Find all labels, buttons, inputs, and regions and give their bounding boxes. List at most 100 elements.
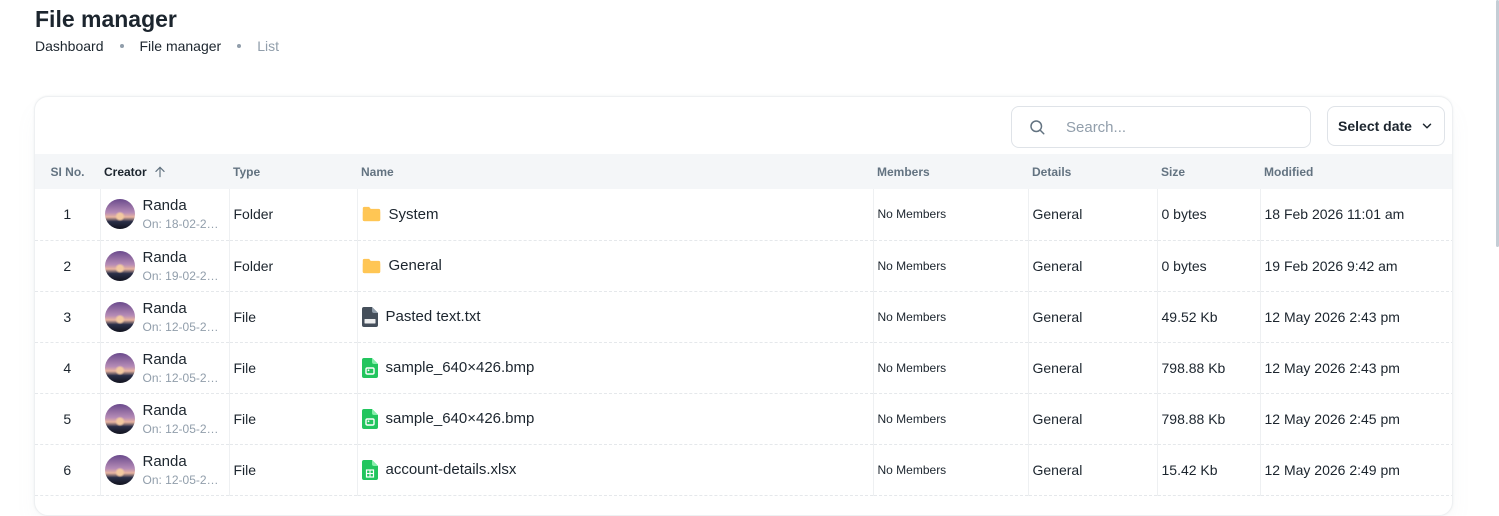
- size-cell: 0 bytes: [1157, 240, 1261, 291]
- creator-cell: Randa On: 12-05-20...: [100, 393, 230, 444]
- avatar: [104, 250, 135, 281]
- select-date-button[interactable]: Select date: [1327, 106, 1445, 146]
- creator-cell: Randa On: 18-02-20...: [100, 189, 230, 240]
- name-cell[interactable]: System: [357, 189, 874, 240]
- created-date: On: 12-05-20...: [142, 319, 223, 334]
- details-cell: General: [1028, 393, 1158, 444]
- breadcrumb-separator: [119, 44, 124, 48]
- modified-cell: 12 May 2026 2:43 pm: [1264, 359, 1400, 376]
- name-cell[interactable]: account-details.xlsx: [357, 444, 874, 495]
- avatar: [104, 454, 135, 485]
- creator-name: Randa: [142, 248, 187, 266]
- name-cell[interactable]: sample_640×426.bmp: [357, 393, 874, 444]
- name-cell[interactable]: Pasted text.txt: [357, 291, 874, 342]
- avatar: [104, 301, 135, 332]
- size-cell: 15.42 Kb: [1157, 444, 1261, 495]
- type-cell: File: [229, 393, 358, 444]
- select-date-label: Select date: [1338, 118, 1412, 134]
- details-cell: General: [1028, 189, 1158, 240]
- search-input[interactable]: [1066, 118, 1286, 136]
- file-list-card: Select date SI No. Creator Type: [34, 96, 1453, 516]
- si-number: 5: [35, 393, 101, 444]
- members-cell: No Members: [873, 189, 1029, 240]
- created-date: On: 12-05-20...: [142, 472, 223, 487]
- members-cell: No Members: [873, 393, 1029, 444]
- members-cell: No Members: [873, 240, 1029, 291]
- column-header-modified[interactable]: Modified: [1260, 154, 1452, 189]
- creator-name: Randa: [142, 452, 187, 470]
- column-header-details[interactable]: Details: [1028, 154, 1157, 189]
- column-header-members[interactable]: Members: [873, 154, 1028, 189]
- table-row[interactable]: 1 Randa On: 18-02-20... Folder System No…: [35, 189, 1452, 240]
- breadcrumb-dashboard[interactable]: Dashboard: [35, 38, 104, 54]
- details-cell: General: [1028, 291, 1158, 342]
- modified-cell: 12 May 2026 2:43 pm: [1264, 308, 1400, 325]
- created-date: On: 12-05-20...: [142, 370, 223, 385]
- column-header-name[interactable]: Name: [357, 154, 873, 189]
- details-cell: General: [1028, 240, 1158, 291]
- file-name[interactable]: Pasted text.txt: [386, 308, 481, 325]
- creator-cell: Randa On: 12-05-20...: [100, 291, 230, 342]
- si-number: 3: [35, 291, 101, 342]
- name-cell[interactable]: General: [357, 240, 874, 291]
- modified-cell: 19 Feb 2026 9:42 am: [1264, 257, 1398, 274]
- members-cell: No Members: [873, 291, 1029, 342]
- file-name[interactable]: sample_640×426.bmp: [386, 359, 535, 376]
- image-file-icon: [361, 357, 378, 378]
- file-name[interactable]: account-details.xlsx: [386, 461, 517, 478]
- type-cell: Folder: [229, 189, 358, 240]
- members-cell: No Members: [873, 342, 1029, 393]
- table-row[interactable]: 2 Randa On: 19-02-20... Folder General N…: [35, 240, 1452, 291]
- details-cell: General: [1028, 342, 1158, 393]
- chevron-down-icon: [1422, 123, 1432, 129]
- folder-icon: [362, 258, 381, 274]
- column-header-si[interactable]: SI No.: [35, 154, 100, 189]
- column-header-creator[interactable]: Creator: [100, 154, 229, 189]
- sort-arrow-up-icon[interactable]: [153, 165, 167, 179]
- size-cell: 798.88 Kb: [1157, 393, 1261, 444]
- size-cell: 49.52 Kb: [1157, 291, 1261, 342]
- column-header-type[interactable]: Type: [229, 154, 357, 189]
- si-number: 2: [35, 240, 101, 291]
- file-name[interactable]: General: [389, 257, 442, 274]
- breadcrumb: Dashboard File manager List: [35, 38, 279, 54]
- si-number: 4: [35, 342, 101, 393]
- file-table: SI No. Creator Type Name Members Details…: [35, 154, 1452, 496]
- file-name[interactable]: sample_640×426.bmp: [386, 410, 535, 427]
- creator-cell: Randa On: 12-05-20...: [100, 342, 230, 393]
- breadcrumb-separator: [237, 44, 242, 48]
- details-cell: General: [1028, 444, 1158, 495]
- type-cell: Folder: [229, 240, 358, 291]
- search-box[interactable]: [1011, 106, 1311, 148]
- avatar: [104, 403, 135, 434]
- breadcrumb-file-manager[interactable]: File manager: [140, 38, 222, 54]
- si-number: 1: [35, 189, 101, 240]
- folder-icon: [362, 206, 381, 222]
- creator-cell: Randa On: 19-02-20...: [100, 240, 230, 291]
- table-row[interactable]: 3 Randa On: 12-05-20... File Pasted text…: [35, 291, 1452, 342]
- modified-cell: 12 May 2026 2:45 pm: [1264, 410, 1400, 427]
- size-cell: 798.88 Kb: [1157, 342, 1261, 393]
- column-header-size[interactable]: Size: [1157, 154, 1260, 189]
- image-file-icon: [361, 408, 378, 429]
- creator-name: Randa: [142, 350, 187, 368]
- type-cell: File: [229, 444, 358, 495]
- members-cell: No Members: [873, 444, 1029, 495]
- txt-file-icon: [361, 306, 378, 327]
- spreadsheet-file-icon: [361, 459, 378, 480]
- table-row[interactable]: 6 Randa On: 12-05-20... File account-det…: [35, 444, 1452, 495]
- created-date: On: 18-02-20...: [142, 217, 223, 232]
- name-cell[interactable]: sample_640×426.bmp: [357, 342, 874, 393]
- type-cell: File: [229, 291, 358, 342]
- creator-cell: Randa On: 12-05-20...: [100, 444, 230, 495]
- table-header-row: SI No. Creator Type Name Members Details…: [35, 154, 1452, 189]
- table-row[interactable]: 4 Randa On: 12-05-20... File sample_640×…: [35, 342, 1452, 393]
- creator-name: Randa: [142, 401, 187, 419]
- creator-name: Randa: [142, 299, 187, 317]
- created-date: On: 12-05-20...: [142, 421, 223, 436]
- search-icon: [1030, 120, 1045, 135]
- file-name[interactable]: System: [389, 206, 439, 223]
- creator-name: Randa: [142, 197, 187, 215]
- size-cell: 0 bytes: [1157, 189, 1261, 240]
- table-row[interactable]: 5 Randa On: 12-05-20... File sample_640×…: [35, 393, 1452, 444]
